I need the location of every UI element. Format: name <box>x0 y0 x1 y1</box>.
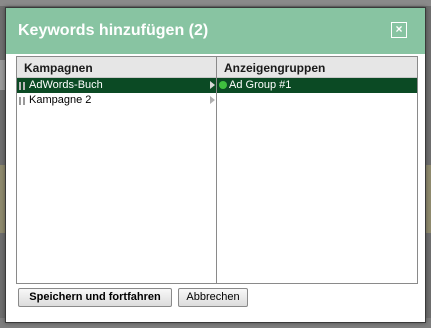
chevron-right-icon <box>210 81 215 89</box>
campaigns-header: Kampagnen <box>17 57 216 78</box>
adgroups-header: Anzeigengruppen <box>217 57 417 78</box>
campaign-item-label: AdWords-Buch <box>29 79 103 91</box>
chevron-right-icon <box>210 96 215 104</box>
cancel-button[interactable]: Abbrechen <box>178 288 248 307</box>
adgroup-item-ad-group-1[interactable]: Ad Group #1 <box>217 78 417 93</box>
campaign-item-adwords-buch[interactable]: AdWords-Buch <box>17 78 216 93</box>
dialog-title: Keywords hinzufügen (2) <box>18 22 209 39</box>
campaign-item-label: Kampagne 2 <box>29 94 92 106</box>
background-page-top <box>0 0 431 6</box>
active-dot-icon <box>219 81 227 89</box>
adgroup-item-label: Ad Group #1 <box>229 79 292 91</box>
pause-icon <box>19 97 26 105</box>
save-and-continue-button[interactable]: Speichern und fortfahren <box>18 288 172 307</box>
selection-panel: Kampagnen AdWords-Buch Kampagne 2 Anzeig… <box>16 56 418 284</box>
pause-icon <box>19 82 26 90</box>
adgroups-column: Anzeigengruppen Ad Group #1 <box>217 57 417 283</box>
campaigns-column: Kampagnen AdWords-Buch Kampagne 2 <box>17 57 217 283</box>
add-keywords-dialog: Keywords hinzufügen (2) × Kampagnen AdWo… <box>5 7 426 323</box>
campaign-item-kampagne-2[interactable]: Kampagne 2 <box>17 93 216 108</box>
close-icon[interactable]: × <box>391 22 407 38</box>
dialog-titlebar: Keywords hinzufügen (2) × <box>6 8 425 54</box>
